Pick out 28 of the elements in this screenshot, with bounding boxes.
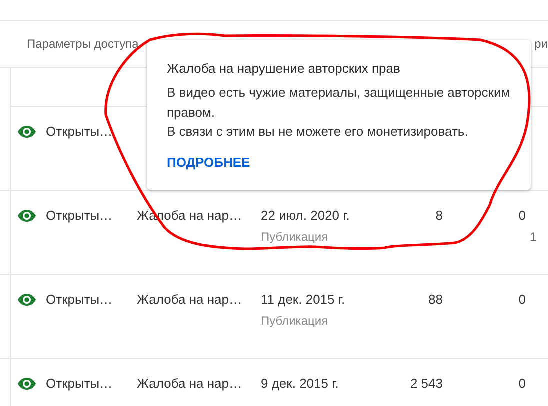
comments-count: 0: [518, 292, 526, 307]
cut-off-text: 1: [530, 230, 537, 244]
views-count: 2 543: [410, 376, 443, 391]
eye-icon: [18, 210, 36, 222]
comments-count: 0: [518, 376, 526, 391]
date-text: 11 дек. 2015 г.: [261, 292, 346, 307]
visibility-text: Открыты…: [46, 208, 113, 224]
visibility-text: Открыты…: [46, 124, 113, 140]
eye-icon: [18, 294, 36, 306]
restriction-text: Жалоба на нар…: [137, 376, 242, 391]
date-text: 9 дек. 2015 г.: [261, 376, 339, 391]
date-type-text: Публикация: [261, 313, 330, 329]
date-text: 22 июл. 2020 г.: [261, 208, 350, 223]
tooltip-text: В связи с этим вы не можете его монетизировать.: [167, 123, 470, 141]
visibility-text: Открыты…: [46, 376, 113, 392]
tooltip-title: Жалоба на нарушение авторских прав: [167, 61, 402, 76]
column-header[interactable]: ри: [534, 37, 548, 51]
date-type-text: Публикация: [261, 229, 330, 245]
visibility-text: Открыты…: [46, 292, 113, 308]
restriction-text: Жалоба на нар…: [137, 292, 242, 307]
tooltip-text: В видео есть чужие материалы, защищенные авторским правом.: [167, 84, 511, 122]
eye-icon: [18, 378, 36, 390]
column-header[interactable]: Параметры доступа: [27, 37, 139, 51]
learn-more-link[interactable]: ПОДРОБНЕЕ: [167, 154, 250, 170]
eye-icon: [18, 126, 36, 138]
comments-count: 0: [518, 208, 526, 223]
views-count: 88: [428, 292, 443, 307]
views-count: 8: [436, 208, 443, 223]
